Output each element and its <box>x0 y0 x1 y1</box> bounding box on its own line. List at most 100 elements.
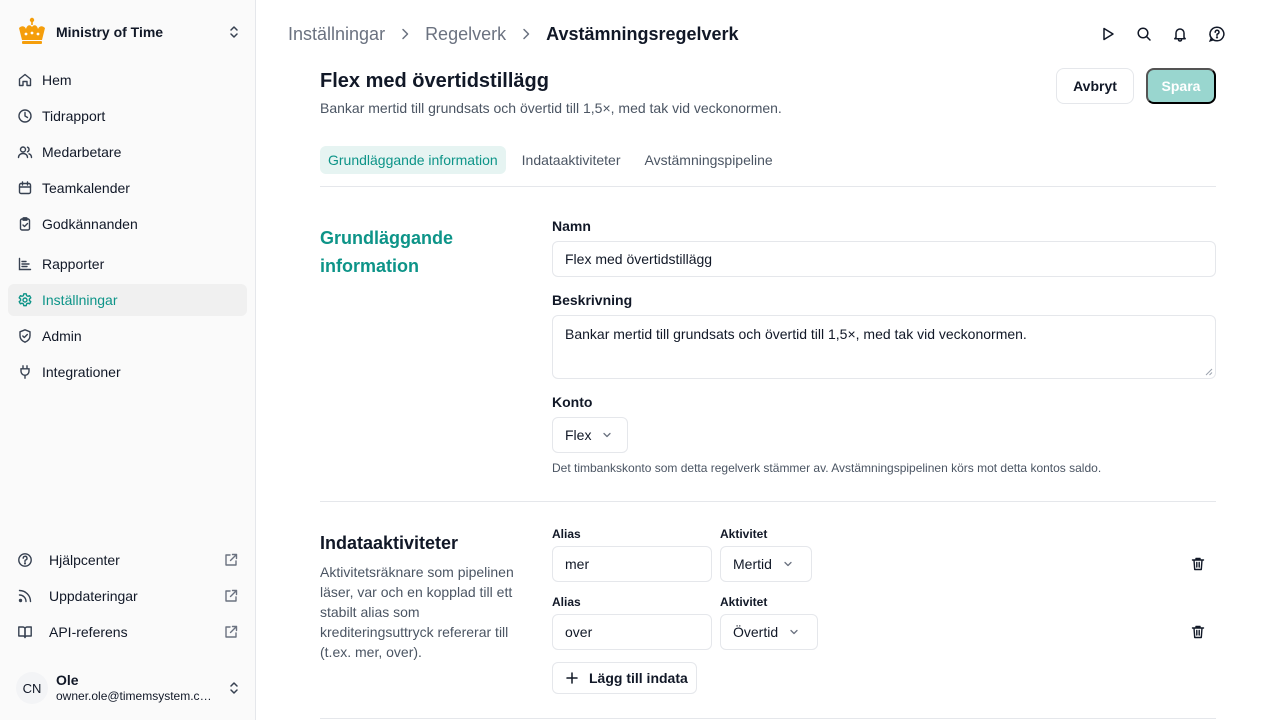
sidebar-item-admin[interactable]: Admin <box>8 320 247 352</box>
avatar: CN <box>16 672 48 704</box>
sidebar-item-label: Teamkalender <box>42 180 130 196</box>
alias-input[interactable]: over <box>552 614 712 650</box>
sidebar-item-api-referens[interactable]: API-referens <box>8 616 247 648</box>
divider <box>320 186 1216 187</box>
alias-input[interactable]: mer <box>552 546 712 582</box>
chevron-right-icon <box>523 28 530 40</box>
save-button[interactable]: Spara <box>1146 68 1216 104</box>
sidebar-item-label: Medarbetare <box>42 144 122 160</box>
user-email: owner.ole@timemsystem.com <box>56 689 212 703</box>
org-name: Ministry of Time <box>56 24 164 40</box>
sidebar-item-label: Tidrapport <box>42 108 106 124</box>
name-field[interactable]: Flex med övertidstillägg <box>552 241 1216 277</box>
sidebar-item-label: Integrationer <box>42 364 121 380</box>
bell-icon[interactable] <box>1172 26 1188 42</box>
chart-icon <box>18 257 32 271</box>
user-info: Ole owner.ole@timemsystem.com <box>56 672 226 704</box>
account-select[interactable]: Flex <box>552 417 628 453</box>
sidebar-item-hjalpcenter[interactable]: Hjälpcenter <box>8 544 247 576</box>
trash-icon[interactable] <box>1190 624 1206 640</box>
gear-icon <box>18 293 32 307</box>
activity-label: Aktivitet <box>720 595 768 609</box>
calendar-icon <box>18 181 32 195</box>
search-icon[interactable] <box>1136 26 1152 42</box>
breadcrumb-regelverk[interactable]: Regelverk <box>425 24 506 45</box>
chevron-right-icon <box>402 28 409 40</box>
description-field[interactable]: Bankar mertid till grundsats och övertid… <box>552 315 1216 379</box>
divider <box>320 718 1216 719</box>
activity-select[interactable]: Övertid <box>720 614 818 650</box>
users-icon <box>17 146 33 159</box>
cancel-button[interactable]: Avbryt <box>1056 68 1134 104</box>
sidebar-item-label: Hem <box>42 72 72 88</box>
crown-logo-icon <box>19 17 45 44</box>
play-icon[interactable] <box>1100 26 1116 42</box>
alias-input-value: over <box>565 624 593 640</box>
account-hint: Det timbankskonto som detta regelverk st… <box>552 461 1102 475</box>
sidebar-item-hem[interactable]: Hem <box>8 64 247 96</box>
sidebar-item-tidrapport[interactable]: Tidrapport <box>8 100 247 132</box>
tab-pipeline[interactable]: Avstämningspipeline <box>637 146 781 174</box>
description-label: Beskrivning <box>552 292 633 308</box>
sidebar-item-label: Admin <box>42 328 82 344</box>
sidebar-item-rapporter[interactable]: Rapporter <box>8 248 247 280</box>
chevron-down-icon <box>790 629 798 635</box>
sidebar-item-medarbetare[interactable]: Medarbetare <box>8 136 247 168</box>
breadcrumb-installningar[interactable]: Inställningar <box>288 24 385 45</box>
org-switcher[interactable]: Ministry of Time <box>16 16 242 48</box>
add-input-label: Lägg till indata <box>589 670 688 686</box>
activity-select[interactable]: Mertid <box>720 546 812 582</box>
external-link-icon <box>225 553 238 566</box>
alias-input-value: mer <box>565 556 590 572</box>
user-name: Ole <box>56 672 79 688</box>
name-label: Namn <box>552 218 591 234</box>
sidebar-item-label: API-referens <box>49 624 128 640</box>
sidebar-item-installningar[interactable]: Inställningar <box>8 284 247 316</box>
activity-select-value: Mertid <box>733 556 772 572</box>
activity-label: Aktivitet <box>720 527 768 541</box>
plug-icon <box>20 365 30 379</box>
help-circle-icon <box>18 553 32 567</box>
sidebar-item-teamkalender[interactable]: Teamkalender <box>8 172 247 204</box>
tab-input-activities[interactable]: Indataaktiviteter <box>514 146 629 174</box>
chevron-down-icon <box>603 432 612 438</box>
chevron-down-icon <box>784 561 792 567</box>
sidebar-item-uppdateringar[interactable]: Uppdateringar <box>8 580 247 612</box>
activity-select-value: Övertid <box>733 624 779 640</box>
user-menu[interactable]: CN Ole owner.ole@timemsystem.com <box>16 664 242 712</box>
section-title-basic: Grundläggande information <box>320 228 454 276</box>
chevron-up-down-icon <box>230 26 238 38</box>
top-actions <box>1100 26 1226 43</box>
external-link-icon <box>225 625 238 638</box>
tab-basic-info[interactable]: Grundläggande information <box>320 146 506 174</box>
sidebar-item-label: Inställningar <box>42 292 118 308</box>
trash-icon[interactable] <box>1190 556 1206 572</box>
external-link-icon <box>225 589 238 602</box>
clipboard-check-icon <box>19 217 31 231</box>
resize-handle-icon[interactable] <box>1205 368 1213 376</box>
section-title-inputs: Indataaktiviteter <box>320 533 459 553</box>
sidebar-item-label: Hjälpcenter <box>49 552 120 568</box>
name-field-value: Flex med övertidstillägg <box>565 251 713 267</box>
section-description-inputs: Aktivitetsräknare som pipelinen läser, v… <box>320 564 514 660</box>
sidebar-item-godkannanden[interactable]: Godkännanden <box>8 208 247 240</box>
page-title: Flex med övertidstillägg <box>320 70 549 92</box>
breadcrumb-current: Avstämningsregelverk <box>546 23 739 44</box>
sidebar-item-label: Godkännanden <box>42 216 138 232</box>
add-input-button[interactable]: Lägg till indata <box>552 662 697 694</box>
chevron-up-down-icon <box>230 682 238 694</box>
breadcrumb: Inställningar Regelverk Avstämningsregel… <box>288 22 739 46</box>
home-icon <box>18 73 32 87</box>
book-icon <box>18 626 32 639</box>
alias-label: Alias <box>552 527 581 541</box>
page-subtitle: Bankar mertid till grundsats och övertid… <box>320 100 782 116</box>
clock-icon <box>18 109 32 123</box>
alias-label: Alias <box>552 595 581 609</box>
tab-bar: Grundläggande information Indataaktivite… <box>320 146 789 174</box>
shield-check-icon <box>19 329 31 343</box>
sidebar-item-label: Uppdateringar <box>49 588 138 604</box>
sidebar-item-integrationer[interactable]: Integrationer <box>8 356 247 388</box>
help-chat-icon[interactable] <box>1208 25 1226 43</box>
rss-icon <box>18 589 32 603</box>
description-field-value: Bankar mertid till grundsats och övertid… <box>565 326 1027 342</box>
